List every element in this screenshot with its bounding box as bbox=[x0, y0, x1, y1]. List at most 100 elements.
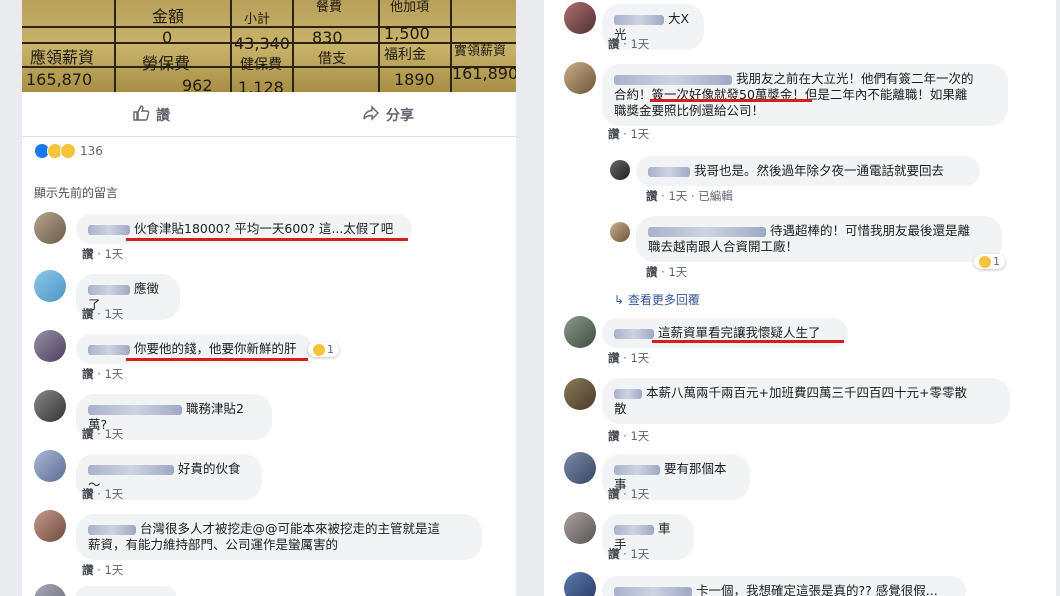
photo-cell: 健保費 bbox=[240, 57, 282, 73]
comment-text: 本薪八萬兩千兩百元+加班費四萬三千四百四十元+零零散 bbox=[646, 385, 967, 400]
commenter-name[interactable] bbox=[648, 226, 766, 237]
comment-time[interactable]: 1天 bbox=[630, 429, 649, 443]
reaction-count: 1 bbox=[327, 343, 334, 356]
photo-cell: 43,340 bbox=[234, 34, 290, 53]
photo-cell: 小計 bbox=[244, 12, 271, 27]
commenter-name[interactable] bbox=[88, 464, 174, 475]
comment-like-link[interactable]: 讚 bbox=[646, 265, 658, 279]
commenter-name[interactable] bbox=[88, 224, 130, 235]
comment-meta: 讚 · 1天 bbox=[608, 487, 650, 501]
comment-time[interactable]: 1天 bbox=[668, 265, 687, 279]
left-post-panel: 金額 小計 餐費 他加項 0 43,340 830 1,500 應領薪資 勞保費… bbox=[22, 0, 516, 596]
comment-bubble: 卡一個，我想確定這張是真的?? 感覺很假... bbox=[602, 576, 966, 596]
comment-time[interactable]: 1天 bbox=[630, 351, 649, 365]
comment-bubble: 我朋友之前在大立光！他們有簽二年一次的 合約！簽一次好像就發50萬獎金！但是二年內… bbox=[602, 64, 1008, 126]
reply-bubble: 我哥也是。然後過年除夕夜一通電話就要回去 bbox=[636, 156, 980, 186]
comment-text: 散 bbox=[614, 401, 627, 416]
photo-cell: 福利金 bbox=[384, 47, 426, 63]
photo-cell: 他加項 bbox=[390, 0, 430, 15]
comment-like-link[interactable]: 讚 bbox=[82, 247, 94, 261]
commenter-name[interactable] bbox=[88, 524, 136, 535]
reaction-summary[interactable]: 136 bbox=[34, 143, 103, 159]
comment-time[interactable]: 1天 bbox=[630, 487, 649, 501]
comment-meta: 讚 · 1天 bbox=[608, 37, 650, 51]
photo-cell: 830 bbox=[312, 28, 343, 47]
avatar[interactable] bbox=[610, 160, 630, 180]
comment-meta: 讚 · 1天 bbox=[82, 563, 124, 577]
comment-like-link[interactable]: 讚 bbox=[82, 427, 94, 441]
comment-like-link[interactable]: 讚 bbox=[608, 351, 620, 365]
comment-like-link[interactable]: 讚 bbox=[608, 37, 620, 51]
comment-meta: 讚 · 1天 bbox=[608, 351, 650, 365]
comment-text: 職獎金要照比例還給公司！ bbox=[614, 103, 765, 118]
avatar[interactable] bbox=[34, 212, 66, 244]
comment-like-link[interactable]: 讚 bbox=[608, 127, 620, 141]
comment-time[interactable]: 1天 bbox=[104, 427, 123, 441]
commenter-name[interactable] bbox=[614, 74, 732, 85]
share-button[interactable]: 分享 bbox=[362, 104, 414, 126]
comment-like-link[interactable]: 讚 bbox=[608, 487, 620, 501]
comment-like-link[interactable]: 讚 bbox=[608, 547, 620, 561]
comment-text: 我朋友之前在大立光！他們有簽二年一次的 bbox=[736, 71, 974, 86]
comment-time[interactable]: 1天 bbox=[630, 37, 649, 51]
comment-reaction-badge[interactable]: 1 bbox=[974, 254, 1005, 269]
avatar[interactable] bbox=[564, 572, 596, 596]
comment-meta: 讚 · 1天 bbox=[608, 429, 650, 443]
commenter-name[interactable] bbox=[614, 586, 692, 596]
avatar[interactable] bbox=[34, 450, 66, 482]
commenter-name[interactable] bbox=[88, 344, 130, 355]
comment-time[interactable]: 1天 bbox=[104, 563, 123, 577]
photo-cell: 1,128 bbox=[238, 78, 284, 92]
comment-like-link[interactable]: 讚 bbox=[82, 563, 94, 577]
commenter-name[interactable] bbox=[88, 284, 130, 295]
right-comments-panel: 大X光 讚 · 1天 我朋友之前在大立光！他們有簽二年一次的 合約！簽一次好像就發… bbox=[544, 0, 1056, 596]
comment-text: 職去越南跟人合資開工廠！ bbox=[648, 239, 799, 254]
commenter-name[interactable] bbox=[614, 328, 654, 339]
avatar[interactable] bbox=[564, 378, 596, 410]
photo-cell: 應領薪資 bbox=[30, 48, 95, 67]
comment-time[interactable]: 1天 bbox=[668, 189, 687, 203]
avatar[interactable] bbox=[34, 270, 66, 302]
comment-time[interactable]: 1天 bbox=[630, 127, 649, 141]
comment-like-link[interactable]: 讚 bbox=[82, 307, 94, 321]
photo-cell: 勞保費 bbox=[142, 54, 191, 73]
avatar[interactable] bbox=[564, 316, 596, 348]
commenter-name[interactable] bbox=[648, 166, 690, 177]
comment-bubble: 本薪八萬兩千兩百元+加班費四萬三千四百四十元+零零散散 bbox=[602, 378, 1010, 424]
avatar[interactable] bbox=[564, 452, 596, 484]
comment-like-link[interactable]: 讚 bbox=[608, 429, 620, 443]
red-underline bbox=[650, 99, 812, 102]
edited-label[interactable]: 已編輯 bbox=[698, 189, 733, 203]
comment-time[interactable]: 1天 bbox=[104, 367, 123, 381]
avatar[interactable] bbox=[564, 2, 596, 34]
commenter-name[interactable] bbox=[614, 388, 642, 399]
share-label: 分享 bbox=[386, 108, 414, 124]
comment-text: 台灣很多人才被挖走@@可能本來被挖走的主管就是這 bbox=[140, 521, 441, 536]
commenter-name[interactable] bbox=[614, 14, 664, 25]
like-label: 讚 bbox=[156, 108, 170, 124]
view-more-replies-link[interactable]: ↳ 查看更多回覆 bbox=[614, 291, 700, 308]
avatar[interactable] bbox=[34, 330, 66, 362]
comment-text: 我哥也是。然後過年除夕夜一通電話就要回去 bbox=[694, 163, 945, 178]
avatar[interactable] bbox=[564, 62, 596, 94]
avatar[interactable] bbox=[34, 390, 66, 422]
comment-time[interactable]: 1天 bbox=[104, 307, 123, 321]
red-underline bbox=[126, 238, 408, 241]
payslip-photo: 金額 小計 餐費 他加項 0 43,340 830 1,500 應領薪資 勞保費… bbox=[22, 0, 516, 92]
avatar[interactable] bbox=[564, 512, 596, 544]
like-button[interactable]: 讚 bbox=[132, 104, 170, 126]
commenter-name[interactable] bbox=[614, 524, 654, 535]
avatar[interactable] bbox=[610, 222, 630, 242]
avatar[interactable] bbox=[34, 510, 66, 542]
commenter-name[interactable] bbox=[88, 404, 182, 415]
comment-time[interactable]: 1天 bbox=[104, 487, 123, 501]
comment-time[interactable]: 1天 bbox=[104, 247, 123, 261]
show-previous-comments-link[interactable]: 顯示先前的留言 bbox=[34, 184, 118, 201]
comment-reaction-badge[interactable]: 1 bbox=[308, 342, 339, 357]
comment-like-link[interactable]: 讚 bbox=[646, 189, 658, 203]
avatar[interactable] bbox=[34, 584, 66, 596]
commenter-name[interactable] bbox=[614, 464, 660, 475]
comment-like-link[interactable]: 讚 bbox=[82, 487, 94, 501]
comment-like-link[interactable]: 讚 bbox=[82, 367, 94, 381]
comment-time[interactable]: 1天 bbox=[630, 547, 649, 561]
